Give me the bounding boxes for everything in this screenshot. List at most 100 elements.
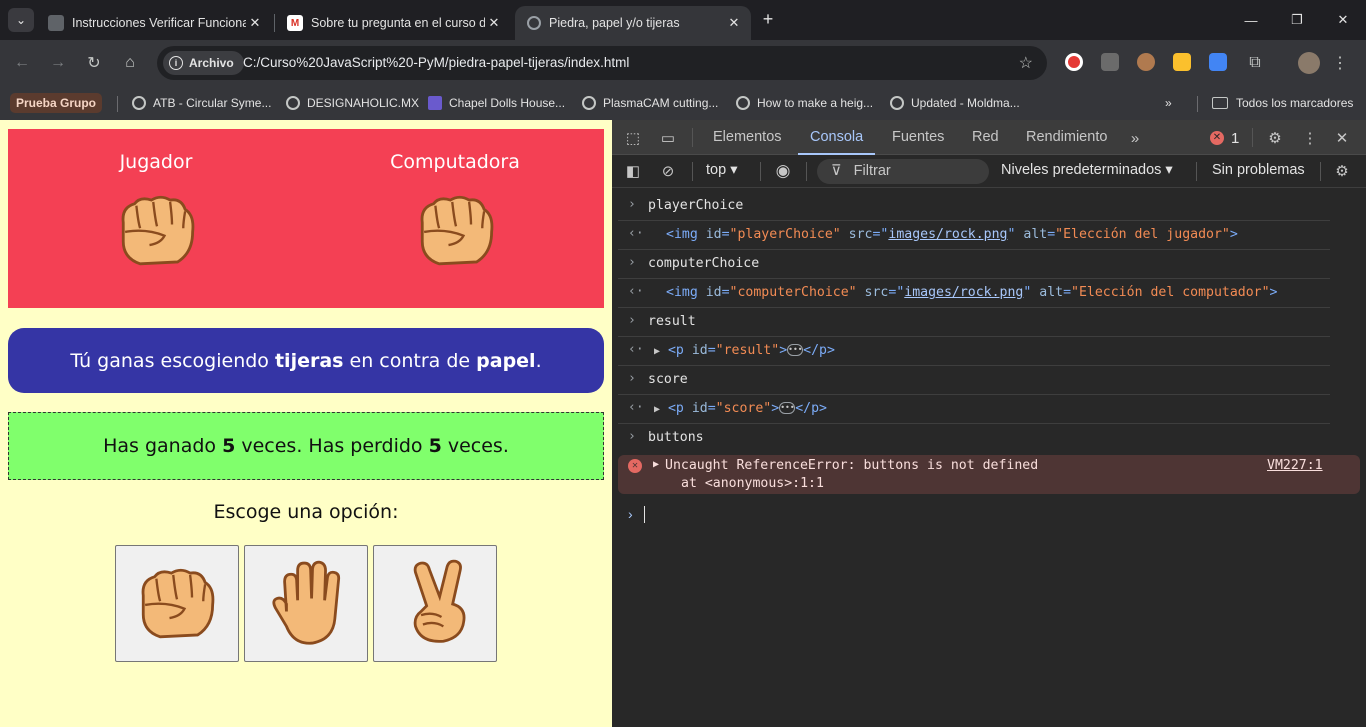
- game-board: Jugador Computadora: [8, 129, 604, 308]
- all-bookmarks-button[interactable]: Todos los marcadores: [1212, 92, 1353, 114]
- divider: [1320, 162, 1321, 181]
- inspect-element-icon[interactable]: ⬚: [622, 127, 644, 149]
- tab-red[interactable]: Red: [972, 120, 999, 155]
- player-choice-text: tijeras: [274, 349, 344, 372]
- log-levels-dropdown[interactable]: Niveles predeterminados ▾: [1001, 162, 1173, 178]
- extension-icon[interactable]: [1065, 53, 1083, 71]
- ellipsis-icon[interactable]: •••: [779, 402, 796, 414]
- console-input-row: › computerChoice: [618, 250, 1330, 279]
- context-selector[interactable]: top ▾: [706, 162, 737, 178]
- tab-elementos[interactable]: Elementos: [713, 120, 782, 155]
- restore-icon: ❐: [1291, 12, 1303, 27]
- devtools-panel: ⬚ ▭ Elementos Consola Fuentes Red Rendim…: [612, 120, 1366, 727]
- bookmark-item[interactable]: How to make a heig...: [736, 92, 873, 114]
- close-tab-icon[interactable]: ✕: [725, 15, 743, 31]
- reload-button[interactable]: ↻: [81, 50, 107, 76]
- back-button[interactable]: ←: [9, 50, 35, 76]
- filter-input[interactable]: ⊽ Filtrar: [817, 159, 989, 184]
- site-info-chip[interactable]: i Archivo: [163, 51, 244, 75]
- bookmark-group[interactable]: Prueba Grupo: [10, 93, 103, 113]
- expand-triangle-icon[interactable]: ▶: [654, 346, 660, 357]
- close-icon: ✕: [1337, 12, 1349, 27]
- minimize-button[interactable]: —: [1228, 0, 1274, 40]
- url-text[interactable]: C:/Curso%20JavaScript%20-PyM/piedra-pape…: [243, 55, 629, 70]
- translate-icon[interactable]: [1209, 53, 1227, 71]
- image-link[interactable]: images/rock.png: [904, 285, 1023, 300]
- more-bookmarks-button[interactable]: »: [1165, 92, 1172, 114]
- tab-rendimiento[interactable]: Rendimiento: [1026, 120, 1107, 155]
- issues-button[interactable]: Sin problemas: [1212, 162, 1305, 178]
- device-toolbar-icon[interactable]: ▭: [657, 127, 679, 149]
- forward-button[interactable]: →: [45, 50, 71, 76]
- kebab-menu-icon[interactable]: ⋮: [1299, 127, 1321, 149]
- rock-button[interactable]: [115, 545, 239, 662]
- bookmark-item[interactable]: Chapel Dolls House...: [428, 92, 565, 114]
- error-counter[interactable]: ✕ 1: [1210, 127, 1239, 149]
- browser-menu-button[interactable]: ⋮: [1327, 50, 1353, 76]
- eye-icon[interactable]: ◉: [772, 160, 794, 182]
- browser-toolbar: ← → ↻ ⌂ i Archivo C:/Curso%20JavaScript%…: [0, 40, 1366, 86]
- bookmark-item[interactable]: DESIGNAHOLIC.MX: [286, 92, 419, 114]
- sidebar-toggle-icon[interactable]: ◧: [622, 160, 644, 182]
- error-icon: ✕: [628, 459, 642, 473]
- extensions-button[interactable]: ⧉: [1242, 50, 1268, 76]
- web-page: Jugador Computadora Tú ganas escogiendo …: [0, 120, 612, 727]
- extension-icon[interactable]: [1137, 53, 1155, 71]
- bookmark-divider: [1197, 96, 1198, 112]
- settings-gear-icon[interactable]: ⚙: [1264, 127, 1286, 149]
- tab-gmail[interactable]: M Sobre tu pregunta en el curso d ✕: [275, 6, 511, 40]
- globe-icon: [890, 96, 904, 110]
- home-button[interactable]: ⌂: [117, 50, 143, 76]
- console-error-row[interactable]: ✕ ▶ Uncaught ReferenceError: buttons is …: [618, 455, 1360, 494]
- rock-icon: [141, 568, 215, 638]
- tab-consola[interactable]: Consola: [798, 120, 876, 155]
- restore-button[interactable]: ❐: [1274, 0, 1320, 40]
- chevron-right-icon: ›: [628, 255, 636, 270]
- console-output-row[interactable]: ‹· <img id="playerChoice" src="images/ro…: [618, 221, 1330, 250]
- console-input-row: › buttons: [628, 429, 704, 445]
- chevron-right-icon: ›: [628, 197, 636, 212]
- console-output-row[interactable]: ‹· ▶ <p id="result">•••</p>: [618, 337, 1330, 366]
- error-stack: at <anonymous>:1:1: [681, 476, 824, 491]
- console-output-row[interactable]: ‹· <img id="computerChoice" src="images/…: [618, 279, 1330, 308]
- expand-triangle-icon[interactable]: ▶: [653, 459, 659, 470]
- console-prompt-icon: ›: [628, 506, 633, 522]
- close-tab-icon[interactable]: ✕: [485, 15, 503, 31]
- folder-icon: [1212, 97, 1228, 109]
- tab-piedra-papel-tijeras[interactable]: Piedra, papel y/o tijeras ✕: [515, 6, 751, 40]
- error-source-link[interactable]: VM227:1: [1267, 458, 1323, 473]
- tab-search-button[interactable]: ⌄: [8, 8, 34, 32]
- tab-fuentes[interactable]: Fuentes: [892, 120, 944, 155]
- avatar[interactable]: [1298, 52, 1320, 74]
- paper-button[interactable]: [244, 545, 368, 662]
- console-settings-gear-icon[interactable]: ⚙: [1331, 160, 1353, 182]
- expand-triangle-icon[interactable]: ▶: [654, 404, 660, 415]
- kebab-menu-icon: ⋮: [1332, 55, 1348, 72]
- image-link[interactable]: images/rock.png: [888, 227, 1007, 242]
- close-devtools-icon[interactable]: ✕: [1331, 127, 1353, 149]
- tab-instrucciones[interactable]: Instrucciones Verificar Funciona ✕: [36, 6, 272, 40]
- bookmark-star-icon[interactable]: ☆: [1019, 53, 1033, 73]
- close-tab-icon[interactable]: ✕: [246, 15, 264, 31]
- scissors-button[interactable]: [373, 545, 497, 662]
- reload-icon: ↻: [87, 55, 101, 72]
- puzzle-icon: ⧉: [1249, 54, 1261, 71]
- bookmark-item[interactable]: PlasmaCAM cutting...: [582, 92, 718, 114]
- new-tab-button[interactable]: +: [758, 8, 778, 32]
- bookmark-item[interactable]: ATB - Circular Syme...: [132, 92, 271, 114]
- clear-console-icon[interactable]: ⊘: [657, 160, 679, 182]
- keep-icon[interactable]: [1173, 53, 1191, 71]
- address-bar[interactable]: i Archivo C:/Curso%20JavaScript%20-PyM/p…: [157, 46, 1047, 80]
- globe-icon: [736, 96, 750, 110]
- bookmark-item[interactable]: Updated - Moldma...: [890, 92, 1020, 114]
- console-input[interactable]: [644, 506, 645, 523]
- more-tabs-icon[interactable]: »: [1124, 127, 1146, 149]
- chevron-right-icon: ›: [628, 371, 636, 386]
- divider: [1196, 162, 1197, 181]
- close-window-button[interactable]: ✕: [1320, 0, 1366, 40]
- console-output-row[interactable]: ‹· ▶ <p id="score">•••</p>: [618, 395, 1330, 424]
- ellipsis-icon[interactable]: •••: [787, 344, 804, 356]
- extension-icon[interactable]: [1101, 53, 1119, 71]
- tab-strip: ⌄ Instrucciones Verificar Funciona ✕ M S…: [0, 0, 1366, 40]
- caret-down-icon: ▾: [730, 162, 738, 178]
